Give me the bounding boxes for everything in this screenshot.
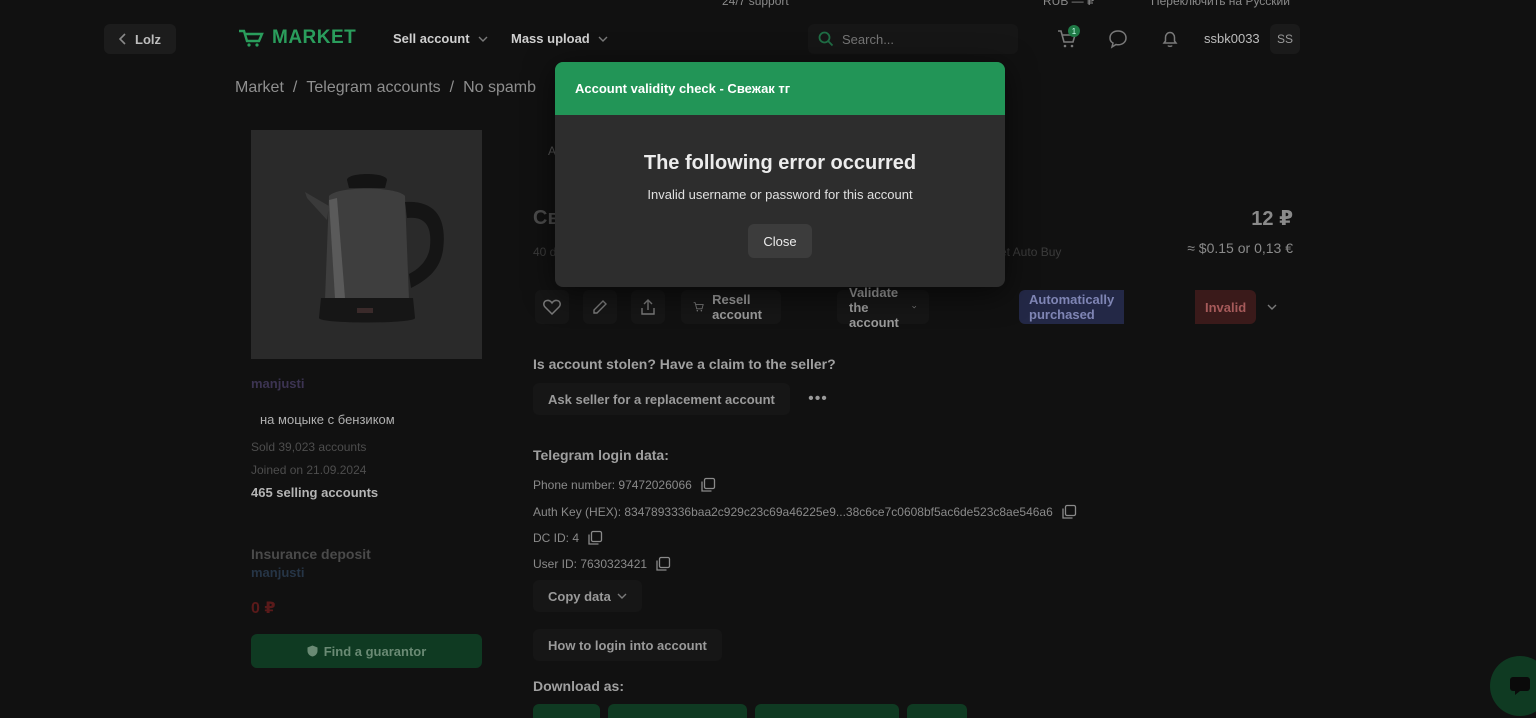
listing-subtitle: 40 d bbox=[533, 245, 557, 259]
share-icon bbox=[641, 299, 655, 315]
shield-icon bbox=[307, 645, 318, 657]
username[interactable]: ssbk0033 bbox=[1204, 31, 1260, 46]
heart-icon bbox=[543, 299, 561, 315]
find-guarantor-button[interactable]: Find a guarantor bbox=[251, 634, 482, 668]
chevron-down-icon bbox=[912, 305, 917, 309]
chevron-down-icon bbox=[617, 593, 627, 599]
insurance-deposit-label: Insurance deposit bbox=[251, 546, 371, 562]
product-image bbox=[251, 130, 482, 359]
avatar[interactable]: SS bbox=[1270, 24, 1300, 54]
edit-button[interactable] bbox=[583, 290, 617, 324]
dc-id-line: DC ID: 4 bbox=[533, 530, 603, 546]
error-message: Invalid username or password for this ac… bbox=[647, 187, 913, 202]
breadcrumb-separator: / bbox=[292, 79, 298, 96]
chevron-down-icon bbox=[1267, 304, 1277, 310]
resell-account-label: Resell account bbox=[712, 292, 762, 322]
validity-check-modal: Account validity check - Свежак тг The f… bbox=[555, 62, 1005, 287]
seller-name[interactable]: manjusti bbox=[251, 376, 304, 391]
claim-title: Is account stolen? Have a claim to the s… bbox=[533, 356, 836, 372]
language-switch[interactable]: Переключить на Русский bbox=[1151, 0, 1290, 8]
seller-joined-date: Joined on 21.09.2024 bbox=[251, 463, 367, 477]
copy-icon[interactable] bbox=[700, 477, 716, 493]
back-button-label: Lolz bbox=[135, 31, 161, 47]
cart-logo-icon bbox=[239, 29, 264, 47]
modal-header: Account validity check - Свежак тг bbox=[555, 62, 1005, 115]
insurance-deposit-seller[interactable]: manjusti bbox=[251, 565, 304, 580]
invalid-badge: Invalid bbox=[1195, 290, 1257, 324]
nav-sell-account[interactable]: Sell account bbox=[393, 31, 488, 46]
copy-icon[interactable] bbox=[1061, 504, 1077, 520]
user-id: User ID: 7630323421 bbox=[533, 557, 648, 571]
logo-text: MARKET bbox=[272, 27, 357, 48]
seller-description: на моцыке с бензиком bbox=[260, 412, 395, 427]
download-title: Download as: bbox=[533, 678, 625, 694]
find-guarantor-label: Find a guarantor bbox=[323, 643, 427, 659]
close-button[interactable]: Close bbox=[748, 224, 812, 258]
how-to-login-button[interactable]: How to login into account bbox=[533, 629, 722, 661]
ask-replacement-button[interactable]: Ask seller for a replacement account bbox=[533, 383, 790, 415]
copy-data-button[interactable]: Copy data bbox=[533, 580, 642, 612]
modal-body: The following error occurred Invalid use… bbox=[555, 152, 1005, 258]
breadcrumb: Market / Telegram accounts / No spamb bbox=[235, 79, 536, 97]
seller-sold-count: Sold 39,023 accounts bbox=[251, 440, 367, 454]
nav-mass-upload[interactable]: Mass upload bbox=[511, 31, 608, 46]
back-button[interactable]: Lolz bbox=[104, 24, 176, 54]
kettle-image bbox=[304, 173, 444, 322]
chevron-down-icon bbox=[478, 36, 488, 42]
nav-sell-account-label: Sell account bbox=[393, 31, 470, 46]
chevron-left-icon bbox=[119, 33, 126, 45]
cart-icon bbox=[693, 302, 704, 312]
breadcrumb-separator: / bbox=[449, 79, 455, 96]
modal-title: Account validity check - Свежак тг bbox=[575, 81, 791, 96]
support-link[interactable]: 24/7 support bbox=[722, 0, 789, 8]
search-input[interactable] bbox=[842, 31, 992, 47]
download-option-button[interactable] bbox=[533, 704, 600, 718]
search-icon bbox=[818, 31, 834, 47]
currency-switch[interactable]: RUB — ₽ bbox=[1043, 0, 1095, 8]
seller-selling-count[interactable]: 465 selling accounts bbox=[251, 485, 378, 500]
header: Lolz MARKET Sell account Mass upload 1 s… bbox=[0, 22, 1536, 56]
top-strip: 24/7 support RUB — ₽ Переключить на Русс… bbox=[0, 0, 1536, 8]
auth-key: Auth Key (HEX): 8347893336baa2c929c23c69… bbox=[533, 505, 1053, 519]
share-button[interactable] bbox=[631, 290, 665, 324]
auth-key-line: Auth Key (HEX): 8347893336baa2c929c23c69… bbox=[533, 504, 1077, 520]
nav-mass-upload-label: Mass upload bbox=[511, 31, 590, 46]
support-chat-button[interactable] bbox=[1490, 656, 1536, 716]
phone-number-line: Phone number: 97472026066 bbox=[533, 477, 716, 493]
dc-id: DC ID: 4 bbox=[533, 531, 580, 545]
download-option-button[interactable] bbox=[907, 704, 967, 718]
auto-purchased-badge: Automatically purchased bbox=[1019, 290, 1125, 324]
resell-account-button[interactable]: Resell account bbox=[681, 290, 781, 324]
copy-data-label: Copy data bbox=[548, 588, 611, 604]
status-dropdown-button[interactable] bbox=[1257, 290, 1287, 324]
listing-price-converted: ≈ $0.15 or 0,13 € bbox=[1187, 240, 1293, 256]
user-id-line: User ID: 7630323421 bbox=[533, 556, 671, 572]
breadcrumb-current[interactable]: No spamb bbox=[463, 79, 536, 97]
download-option-button[interactable] bbox=[755, 704, 899, 718]
validate-account-button[interactable]: Validate the account bbox=[837, 285, 929, 330]
phone-number: Phone number: 97472026066 bbox=[533, 478, 692, 492]
market-logo[interactable]: MARKET bbox=[238, 27, 356, 49]
page: 24/7 support RUB — ₽ Переключить на Русс… bbox=[0, 0, 1536, 718]
more-options-button[interactable]: ••• bbox=[802, 383, 834, 415]
login-data-title: Telegram login data: bbox=[533, 447, 669, 463]
copy-icon[interactable] bbox=[587, 530, 603, 546]
auto-buy-link[interactable]: et Auto Buy bbox=[1000, 245, 1061, 259]
search-box[interactable] bbox=[808, 24, 1018, 54]
chat-icon[interactable] bbox=[1108, 29, 1128, 49]
error-heading: The following error occurred bbox=[643, 152, 917, 174]
copy-icon[interactable] bbox=[655, 556, 671, 572]
validate-account-label: Validate the account bbox=[849, 284, 899, 330]
favorite-button[interactable] bbox=[535, 290, 569, 324]
insurance-deposit-amount: 0 ₽ bbox=[251, 600, 276, 617]
breadcrumb-telegram-accounts[interactable]: Telegram accounts bbox=[306, 79, 440, 97]
cart-count-badge: 1 bbox=[1068, 25, 1080, 37]
bell-icon[interactable] bbox=[1160, 29, 1180, 49]
listing-price: 12 ₽ bbox=[1251, 208, 1293, 230]
download-option-button[interactable] bbox=[608, 704, 747, 718]
chevron-down-icon bbox=[598, 36, 608, 42]
edit-icon bbox=[593, 300, 607, 314]
breadcrumb-market[interactable]: Market bbox=[235, 79, 284, 97]
chat-bubble-icon bbox=[1510, 677, 1530, 695]
